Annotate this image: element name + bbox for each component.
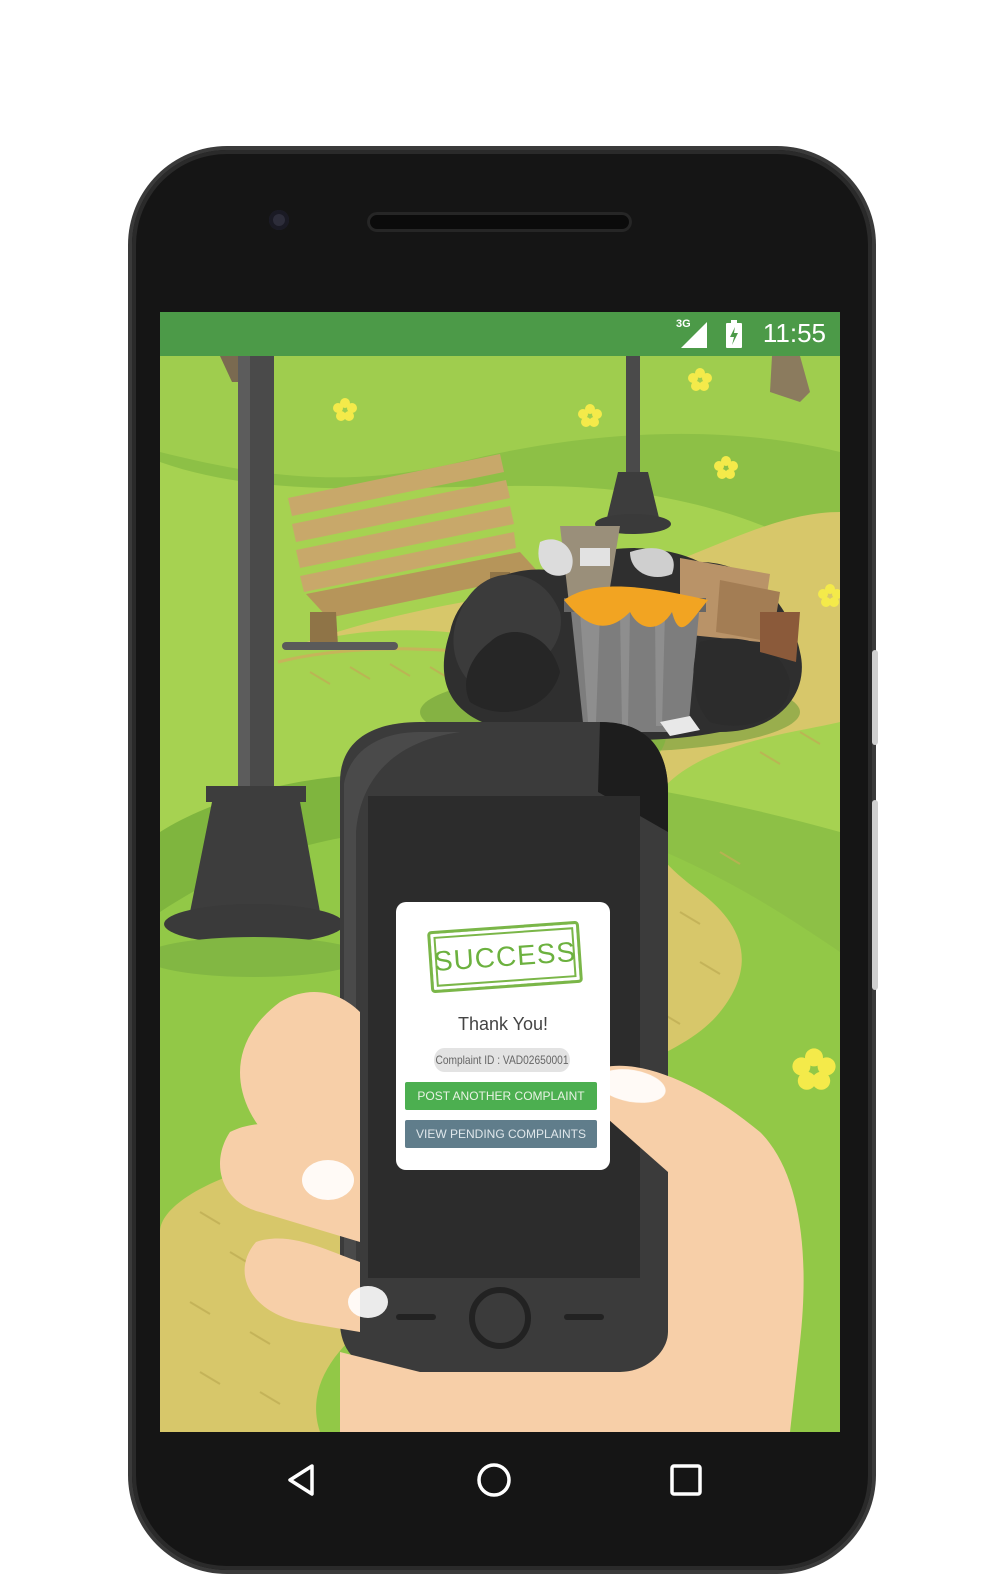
back-icon[interactable] (282, 1460, 322, 1500)
power-button (872, 650, 878, 745)
home-icon[interactable] (474, 1460, 514, 1500)
navigation-bar (160, 1432, 840, 1522)
earpiece-speaker (367, 212, 632, 232)
post-another-complaint-button[interactable]: POST ANOTHER COMPLAINT (405, 1082, 597, 1110)
success-stamp: SUCCESS (427, 920, 583, 994)
screen: SUCCESS Thank You! Complaint ID : VAD026… (160, 312, 840, 1432)
volume-button (872, 800, 878, 990)
recents-icon[interactable] (666, 1460, 706, 1500)
view-pending-complaints-button[interactable]: VIEW PENDING COMPLAINTS (405, 1120, 597, 1148)
thank-you-message: Thank You! (457, 1014, 549, 1034)
battery-charging-icon (726, 320, 742, 348)
success-dialog: SUCCESS Thank You! Complaint ID : VAD026… (396, 902, 610, 1170)
front-camera (269, 210, 289, 230)
park-illustration (160, 312, 840, 1432)
status-clock: 11:55 (762, 318, 826, 348)
signal-icon (681, 322, 707, 348)
status-bar: 3G 11:55 (160, 312, 840, 356)
complaint-id-badge: Complaint ID : VAD02650001 (434, 1048, 570, 1072)
